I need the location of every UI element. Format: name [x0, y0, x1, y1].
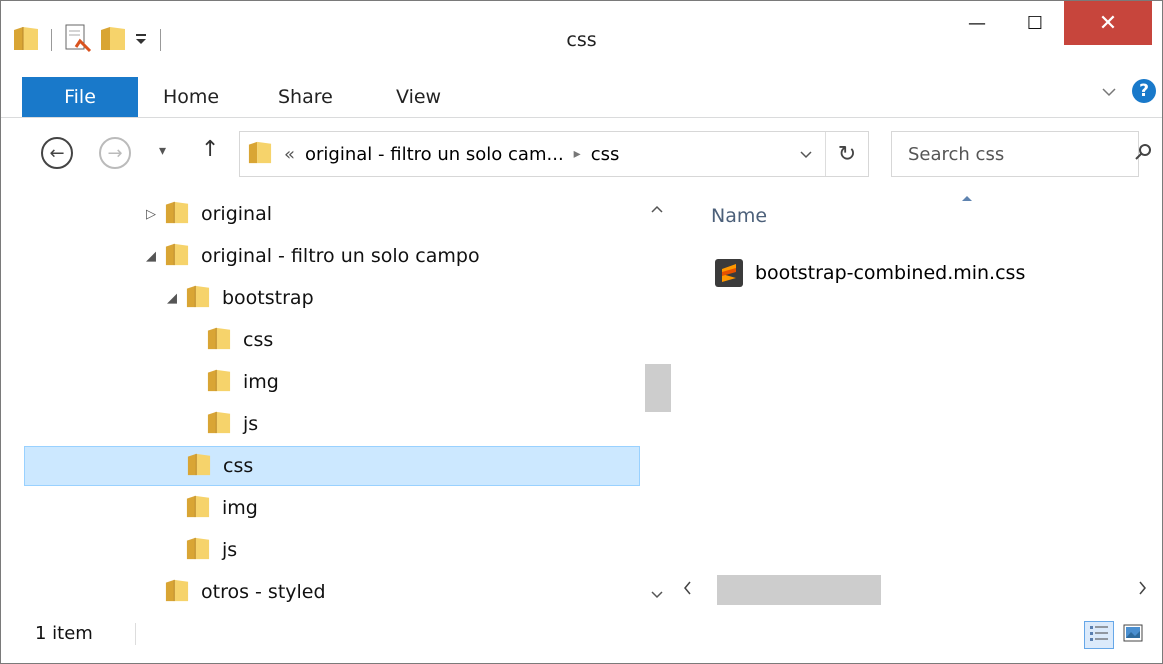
- address-dropdown-icon[interactable]: [787, 132, 826, 176]
- minimize-icon: —: [968, 12, 986, 34]
- tree-item-label: img: [222, 497, 258, 519]
- expander-icon[interactable]: ◢: [164, 291, 180, 306]
- explorer-window: css — ☐ ✕ File Home Share View ? ← → ▾ ↑…: [0, 0, 1163, 664]
- folder-icon: [165, 241, 189, 272]
- scroll-down-icon[interactable]: [643, 587, 671, 603]
- breadcrumb-separator-icon[interactable]: ▸: [574, 146, 581, 162]
- forward-button[interactable]: →: [99, 137, 131, 169]
- forward-arrow-icon: →: [107, 142, 123, 164]
- tree-item-label: original: [201, 203, 273, 225]
- tree-item[interactable]: css: [21, 320, 273, 360]
- tree-item[interactable]: ◢ original - filtro un solo campo: [21, 236, 480, 276]
- expander-icon[interactable]: ▷: [143, 207, 159, 222]
- item-count: 1 item: [35, 623, 93, 644]
- close-icon: ✕: [1098, 10, 1118, 36]
- tab-view[interactable]: View: [396, 77, 441, 117]
- breadcrumb-overflow-icon[interactable]: «: [284, 144, 295, 165]
- navigation-pane: ▷ original ◢ original - filtro un solo camp…: [21, 191, 641, 609]
- expand-ribbon-icon[interactable]: [1102, 82, 1116, 101]
- folder-icon: [248, 138, 272, 171]
- file-name: bootstrap-combined.min.css: [755, 262, 1026, 284]
- tab-share[interactable]: Share: [278, 77, 333, 117]
- address-bar[interactable]: « original - filtro un solo cam... ▸ css…: [239, 131, 869, 177]
- details-view-button[interactable]: [1084, 621, 1114, 649]
- folder-icon: [187, 451, 211, 482]
- help-icon[interactable]: ?: [1132, 79, 1156, 103]
- file-list-scrollbar[interactable]: [677, 575, 1162, 609]
- folder-icon: [207, 367, 231, 398]
- tab-file[interactable]: File: [22, 77, 138, 117]
- sublime-text-icon: [715, 259, 743, 287]
- folder-icon: [207, 325, 231, 356]
- folder-icon: [207, 409, 231, 440]
- tree-item-label: otros - styled: [201, 581, 326, 603]
- search-icon[interactable]: [1135, 143, 1153, 166]
- list-item[interactable]: bootstrap-combined.min.css: [715, 257, 1025, 289]
- status-bar: 1 item: [1, 613, 1162, 663]
- search-box[interactable]: [891, 131, 1151, 177]
- caption-buttons: — ☐ ✕: [948, 1, 1152, 45]
- tree-item-label: css: [243, 329, 274, 351]
- scroll-left-icon[interactable]: [683, 579, 691, 600]
- tree-item[interactable]: img: [21, 362, 279, 402]
- details-view-icon: [1089, 624, 1109, 646]
- search-input[interactable]: [906, 133, 1135, 175]
- navigation-bar: ← → ▾ ↑ « original - filtro un solo cam.…: [1, 123, 1162, 185]
- tree-item[interactable]: ◢ bootstrap: [21, 278, 314, 318]
- folder-icon: [186, 283, 210, 314]
- expander-icon[interactable]: ◢: [143, 249, 159, 264]
- sort-ascending-icon: [961, 191, 973, 205]
- tree-item-label: css: [223, 455, 254, 477]
- file-list: Name bootstrap-combined.min.css: [677, 191, 1162, 609]
- tree-item[interactable]: otros - styled: [21, 572, 326, 612]
- tree-item[interactable]: js: [21, 404, 258, 444]
- large-icons-view-icon: [1123, 624, 1143, 646]
- tree-item-label: original - filtro un solo campo: [201, 245, 480, 267]
- status-divider: [135, 623, 136, 645]
- folder-icon: [165, 577, 189, 608]
- ribbon-right-controls: ?: [1102, 79, 1156, 103]
- tree-item-label: js: [222, 539, 238, 561]
- recent-locations-icon[interactable]: ▾: [159, 143, 166, 159]
- scroll-right-icon[interactable]: [1139, 579, 1147, 600]
- scroll-up-icon[interactable]: [643, 201, 671, 217]
- maximize-icon: ☐: [1026, 12, 1044, 34]
- back-button[interactable]: ←: [41, 137, 73, 169]
- title-bar: css — ☐ ✕: [1, 1, 1162, 75]
- address-bar-controls: ↻: [787, 132, 868, 176]
- breadcrumb-item[interactable]: original - filtro un solo cam...: [305, 144, 564, 165]
- tree-item-label: img: [243, 371, 279, 393]
- tree-item[interactable]: css: [24, 446, 640, 486]
- scrollbar-thumb[interactable]: [717, 575, 881, 605]
- back-arrow-icon: ←: [49, 142, 65, 164]
- tree-item[interactable]: ▷ original: [21, 194, 272, 234]
- folder-icon: [186, 535, 210, 566]
- navigation-pane-scrollbar[interactable]: [643, 191, 671, 609]
- maximize-button[interactable]: ☐: [1006, 1, 1064, 45]
- refresh-icon[interactable]: ↻: [826, 142, 868, 167]
- ribbon-tabs: File Home Share View ?: [1, 77, 1162, 118]
- up-arrow-icon[interactable]: ↑: [201, 137, 219, 162]
- tree-item-label: bootstrap: [222, 287, 314, 309]
- tree-item[interactable]: js: [21, 530, 237, 570]
- folder-icon: [165, 199, 189, 230]
- folder-icon: [186, 493, 210, 524]
- tree-item-label: js: [243, 413, 259, 435]
- minimize-button[interactable]: —: [948, 1, 1006, 45]
- breadcrumb-item[interactable]: css: [591, 144, 620, 165]
- tree-item[interactable]: img: [21, 488, 258, 528]
- scrollbar-thumb[interactable]: [645, 364, 671, 412]
- tab-home[interactable]: Home: [163, 77, 219, 117]
- large-icons-view-button[interactable]: [1118, 621, 1148, 649]
- column-header-name[interactable]: Name: [711, 205, 767, 227]
- close-button[interactable]: ✕: [1064, 1, 1152, 45]
